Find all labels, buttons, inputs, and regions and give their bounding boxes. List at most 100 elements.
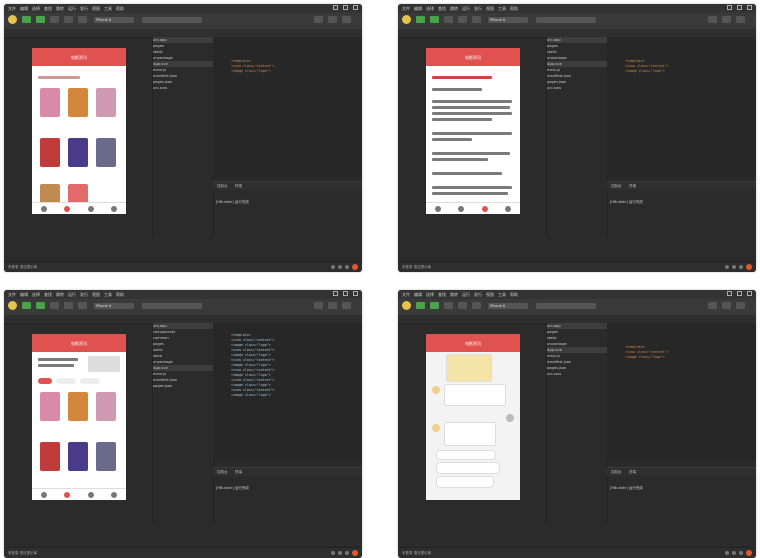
status-icon[interactable] xyxy=(331,551,335,555)
tree-item[interactable]: uni.scss xyxy=(547,85,607,91)
menu-goto[interactable]: 跳转 xyxy=(56,6,64,12)
tab-home-icon[interactable] xyxy=(40,205,47,212)
menu-select[interactable]: 选择 xyxy=(32,292,40,298)
maximize-icon[interactable] xyxy=(737,291,742,296)
status-icon[interactable] xyxy=(345,551,349,555)
menu-goto[interactable]: 跳转 xyxy=(450,292,458,298)
account-button[interactable] xyxy=(328,16,337,23)
brand-icon[interactable] xyxy=(746,264,752,270)
tab-movie-icon[interactable] xyxy=(64,205,71,212)
menu-edit[interactable]: 编辑 xyxy=(414,6,422,12)
menu-find[interactable]: 查找 xyxy=(438,292,446,298)
code-editor[interactable]: <template> <view class="content"> <image… xyxy=(607,37,756,177)
open-file-button[interactable] xyxy=(416,16,425,23)
menu-run[interactable]: 运行 xyxy=(462,292,470,298)
menu-view[interactable]: 视图 xyxy=(486,6,494,12)
menu-edit[interactable]: 编辑 xyxy=(20,292,28,298)
terminal-tab[interactable]: 终端 xyxy=(235,184,242,189)
save-button[interactable] xyxy=(36,302,45,309)
layout-button[interactable] xyxy=(736,16,745,23)
movie-card[interactable] xyxy=(96,442,116,471)
menu-select[interactable]: 选择 xyxy=(426,292,434,298)
menu-help[interactable]: 帮助 xyxy=(510,292,518,298)
code-editor[interactable]: <template> <view class="content"> <image… xyxy=(213,37,362,177)
menu-file[interactable]: 文件 xyxy=(402,6,410,12)
run-button[interactable] xyxy=(50,16,59,23)
tab-movie-icon[interactable] xyxy=(64,491,71,498)
terminal-tab[interactable]: 终端 xyxy=(629,470,636,475)
console-tab[interactable]: 控制台 xyxy=(611,470,622,475)
terminal-tab[interactable]: 终端 xyxy=(629,184,636,189)
status-icon[interactable] xyxy=(732,265,736,269)
menu-select[interactable]: 选择 xyxy=(426,6,434,12)
save-button[interactable] xyxy=(430,16,439,23)
movie-card[interactable] xyxy=(68,392,88,421)
open-file-button[interactable] xyxy=(416,302,425,309)
menu-edit[interactable]: 编辑 xyxy=(414,292,422,298)
terminal-tab[interactable]: 终端 xyxy=(235,470,242,475)
quick-reply[interactable] xyxy=(436,476,494,488)
settings-button[interactable] xyxy=(314,302,323,309)
tab-home-icon[interactable] xyxy=(40,491,47,498)
movie-card[interactable] xyxy=(40,392,60,421)
open-file-button[interactable] xyxy=(22,302,31,309)
quick-reply[interactable] xyxy=(436,462,500,474)
save-button[interactable] xyxy=(36,16,45,23)
movie-card[interactable] xyxy=(96,138,116,167)
tab-me-icon[interactable] xyxy=(111,205,118,212)
close-icon[interactable] xyxy=(747,291,752,296)
menu-run[interactable]: 运行 xyxy=(68,6,76,12)
menu-file[interactable]: 文件 xyxy=(402,292,410,298)
status-icon[interactable] xyxy=(725,265,729,269)
menu-help[interactable]: 帮助 xyxy=(116,292,124,298)
menu-help[interactable]: 帮助 xyxy=(116,6,124,12)
search-input[interactable] xyxy=(536,303,596,309)
menu-tools[interactable]: 工具 xyxy=(498,6,506,12)
code-editor[interactable]: <template> <view class="content"> <image… xyxy=(607,323,756,463)
status-icon[interactable] xyxy=(331,265,335,269)
menu-select[interactable]: 选择 xyxy=(32,6,40,12)
menu-publish[interactable]: 发行 xyxy=(474,292,482,298)
menu-file[interactable]: 文件 xyxy=(8,292,16,298)
account-button[interactable] xyxy=(722,16,731,23)
tree-item[interactable]: uni.scss xyxy=(153,85,213,91)
tab-home-icon[interactable] xyxy=(434,205,441,212)
maximize-icon[interactable] xyxy=(343,5,348,10)
save-button[interactable] xyxy=(430,302,439,309)
category-chip[interactable] xyxy=(80,378,100,384)
preview-button[interactable] xyxy=(472,302,481,309)
code-editor[interactable]: <template> <view class="content"> <image… xyxy=(213,323,362,463)
account-button[interactable] xyxy=(722,302,731,309)
status-icon[interactable] xyxy=(739,551,743,555)
movie-card[interactable] xyxy=(96,88,116,117)
menu-find[interactable]: 查找 xyxy=(44,6,52,12)
movie-card[interactable] xyxy=(40,138,60,167)
menu-file[interactable]: 文件 xyxy=(8,6,16,12)
console-tab[interactable]: 控制台 xyxy=(217,184,228,189)
menu-tools[interactable]: 工具 xyxy=(498,292,506,298)
layout-button[interactable] xyxy=(342,302,351,309)
run-button[interactable] xyxy=(444,302,453,309)
movie-card[interactable] xyxy=(40,88,60,117)
menu-publish[interactable]: 发行 xyxy=(80,292,88,298)
minimize-icon[interactable] xyxy=(333,291,338,296)
status-icon[interactable] xyxy=(338,265,342,269)
menu-publish[interactable]: 发行 xyxy=(80,6,88,12)
status-icon[interactable] xyxy=(725,551,729,555)
console-tab[interactable]: 控制台 xyxy=(611,184,622,189)
device-select[interactable]: iPhone 6 xyxy=(94,303,134,309)
open-file-button[interactable] xyxy=(22,16,31,23)
tree-item[interactable]: uni.scss xyxy=(547,371,607,377)
tab-chat-icon[interactable] xyxy=(87,491,94,498)
search-input[interactable] xyxy=(536,17,596,23)
movie-card[interactable] xyxy=(40,442,60,471)
preview-button[interactable] xyxy=(78,302,87,309)
menu-view[interactable]: 视图 xyxy=(486,292,494,298)
minimize-icon[interactable] xyxy=(333,5,338,10)
publish-button[interactable] xyxy=(458,16,467,23)
brand-icon[interactable] xyxy=(746,550,752,556)
layout-button[interactable] xyxy=(342,16,351,23)
tab-me-icon[interactable] xyxy=(505,205,512,212)
menu-tools[interactable]: 工具 xyxy=(104,292,112,298)
publish-button[interactable] xyxy=(458,302,467,309)
